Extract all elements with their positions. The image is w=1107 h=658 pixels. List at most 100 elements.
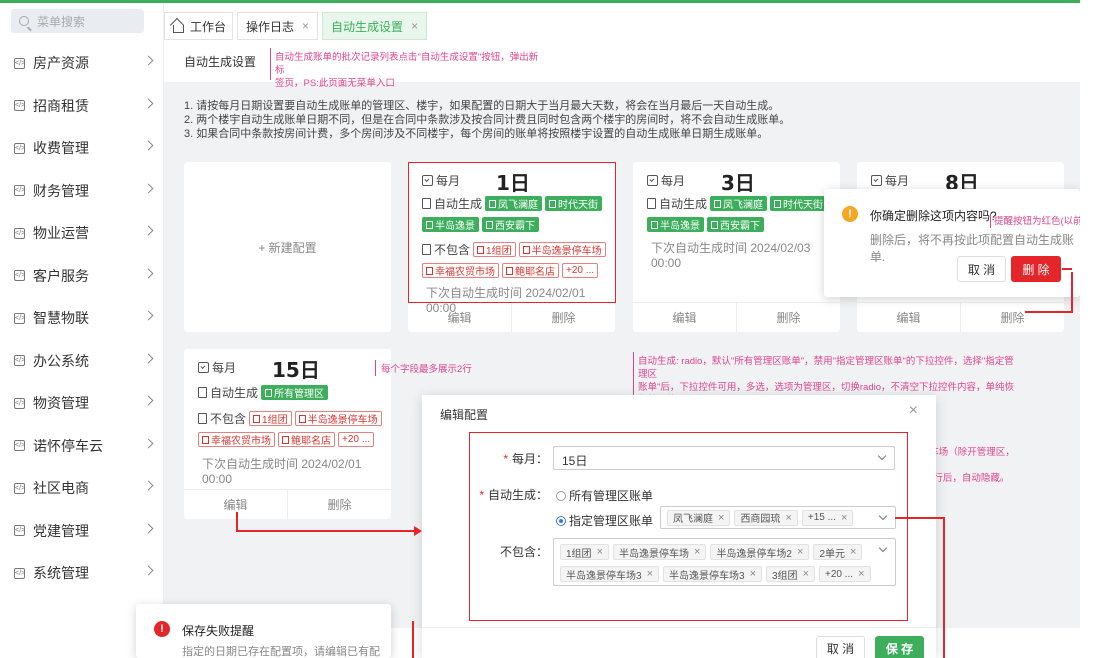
card-actions: 编辑 删除 [408, 302, 615, 332]
chevron-right-icon [143, 523, 154, 533]
exclude-tag: 幸福农贸市场 [198, 432, 275, 447]
exclude-label: 不包含 [210, 412, 247, 426]
sidebar-item[interactable]: </> 党建管理 [0, 511, 164, 551]
sidebar-item[interactable]: </> 房产资源 [0, 43, 164, 83]
chevron-right-icon [143, 268, 154, 278]
auto-label: 自动生成 [210, 386, 259, 400]
popconfirm-title: 你确定删除这项内容吗? [870, 209, 997, 223]
sidebar: 菜单搜索 </> 房产资源 </> 招商租赁 </> 收费管理 </> 财务管理 </> 物业运营… [0, 3, 164, 658]
exclude-tag-more: +20 ... [338, 432, 375, 447]
connector-line [1025, 311, 1073, 313]
annotation-line: 自动生成账单的批次记录列表点击"自动生成设置"按钮，弹出新标 [275, 52, 539, 76]
sidebar-item[interactable]: </> 客户服务 [0, 256, 164, 296]
menu-icon: </> [14, 567, 26, 579]
right-blank-area [1080, 0, 1107, 628]
sidebar-item[interactable]: </> 社区电商 [0, 468, 164, 508]
auto-tag: 西安霸下 [707, 217, 764, 232]
sidebar-item[interactable]: </> 财务管理 [0, 171, 164, 211]
building-icon [711, 220, 718, 229]
info-line: 3. 如果合同中条款按房间计费，多个房间涉及不同楼宇，每个房间的账单将按照楼宇设… [184, 128, 769, 140]
menu-icon: </> [14, 482, 26, 494]
annotation-line: 签页，PS:此页面无菜单入口 [275, 78, 395, 89]
monthly-row: 每月 [198, 359, 236, 376]
doc-icon [198, 413, 207, 424]
close-icon[interactable]: × [909, 402, 918, 420]
exclude-row: 不包含 1组团 半岛逸景停车场 [198, 410, 382, 427]
home-icon [171, 20, 184, 33]
chevron-right-icon [143, 438, 154, 448]
sidebar-item[interactable]: </> 办公系统 [0, 341, 164, 381]
monthly-row: 每月 [871, 172, 909, 189]
tab-auto-generate-settings[interactable]: 自动生成设置 × [322, 12, 428, 40]
sidebar-item[interactable]: </> 诺怀停车云 [0, 426, 164, 466]
menu-icon: </> [14, 440, 26, 451]
modal-footer-divider [422, 627, 936, 628]
menu-icon: </> [14, 270, 26, 281]
calendar-icon [198, 362, 209, 373]
auto-row: 自动生成 凤飞澜庭 时代天街 [647, 195, 828, 212]
sidebar-item[interactable]: </> 智慧物联 [0, 298, 164, 338]
chevron-right-icon [143, 225, 154, 236]
warning-icon: ! [842, 206, 858, 222]
delete-button[interactable]: 删除 [737, 303, 840, 332]
sidebar-item[interactable]: </> 收费管理 [0, 128, 164, 168]
chevron-right-icon [143, 183, 154, 193]
modal-title: 编辑配置 [440, 408, 489, 422]
menu-search-input[interactable]: 菜单搜索 [11, 9, 144, 33]
auto-tag: 凤飞澜庭 [710, 196, 768, 211]
edit-button[interactable]: 编辑 [633, 303, 737, 332]
delete-button[interactable]: 删除 [961, 303, 1064, 332]
tab-label: 自动生成设置 [331, 19, 404, 34]
popconfirm-cancel-button[interactable]: 取 消 [957, 256, 1006, 282]
exclude-tag: 鲍耶名店 [278, 432, 335, 447]
next-run-time: 下次自动生成时间 2024/02/03 00:00 [651, 241, 811, 270]
chevron-right-icon [143, 98, 154, 108]
card-actions: 编辑 删除 [857, 302, 1064, 332]
highlight-box [408, 162, 616, 303]
building-icon [265, 388, 273, 397]
menu-icon: </> [14, 57, 26, 69]
delete-button[interactable]: 删除 [512, 303, 615, 332]
menu-icon: </> [14, 397, 26, 409]
shop-icon [282, 435, 289, 444]
sidebar-item[interactable]: </> 招商租赁 [0, 86, 164, 126]
close-icon[interactable]: × [411, 19, 418, 33]
menu-search-placeholder: 菜单搜索 [37, 14, 86, 29]
info-line: 1. 请按每月日期设置要自动生成账单的管理区、楼宇，如果配置的日期大于当月最大天… [184, 100, 780, 112]
day-value: 3日 [721, 171, 755, 195]
save-failed-toast: ! 保存失败提醒 指定的日期已存在配置项，请编辑已有配 [136, 604, 391, 658]
annotation-rows: 每个字段最多展示2行 [381, 364, 472, 375]
info-line: 2. 两个楼宇自动生成账单日期不同，但是在合同中条款涉及按合同计费且同时包含两个… [184, 114, 791, 126]
menu-icon: </> [14, 100, 26, 111]
new-config-card[interactable]: + 新建配置 [184, 162, 391, 332]
tab-workbench[interactable]: 工作台 [164, 12, 234, 40]
edit-button[interactable]: 编辑 [408, 303, 512, 332]
new-config-label: + 新建配置 [258, 240, 317, 255]
auto-tag: 半岛逸景 [647, 217, 704, 232]
connector-line [895, 517, 945, 519]
sidebar-item[interactable]: </> 系统管理 [0, 553, 164, 593]
popconfirm-delete-button[interactable]: 删 除 [1011, 256, 1061, 282]
auto-label: 自动生成 [659, 197, 708, 211]
error-icon: ! [154, 621, 170, 637]
sidebar-item[interactable]: </> 物业运营 [0, 213, 164, 253]
exclude-tag: 半岛逸景停车场 [294, 411, 382, 426]
calendar-icon [647, 175, 658, 186]
modal-cancel-button[interactable]: 取 消 [816, 636, 865, 658]
sidebar-item-label: 物资管理 [33, 395, 89, 411]
highlight-box [469, 432, 908, 621]
edit-button[interactable]: 编辑 [857, 303, 961, 332]
tab-operation-log[interactable]: 操作日志 × [237, 12, 319, 40]
modal-save-button[interactable]: 保 存 [875, 636, 924, 658]
close-icon[interactable]: × [302, 19, 309, 33]
auto-row: 自动生成 所有管理区 [198, 384, 329, 401]
chevron-right-icon [143, 55, 154, 66]
tab-label: 操作日志 [246, 19, 295, 34]
search-icon [19, 16, 29, 26]
config-card-15: 每月 15日 自动生成 所有管理区 不包含 1组团 半岛逸景停车场 幸福农贸市场… [184, 349, 391, 519]
delete-button[interactable]: 删除 [288, 490, 391, 519]
annotation-header: 自动生成账单的批次记录列表点击"自动生成设置"按钮，弹出新标 签页，PS:此页面… [275, 51, 545, 90]
sidebar-item[interactable]: </> 物资管理 [0, 383, 164, 423]
card-actions: 编辑 删除 [184, 489, 391, 519]
monthly-row: 每月 [647, 172, 685, 189]
